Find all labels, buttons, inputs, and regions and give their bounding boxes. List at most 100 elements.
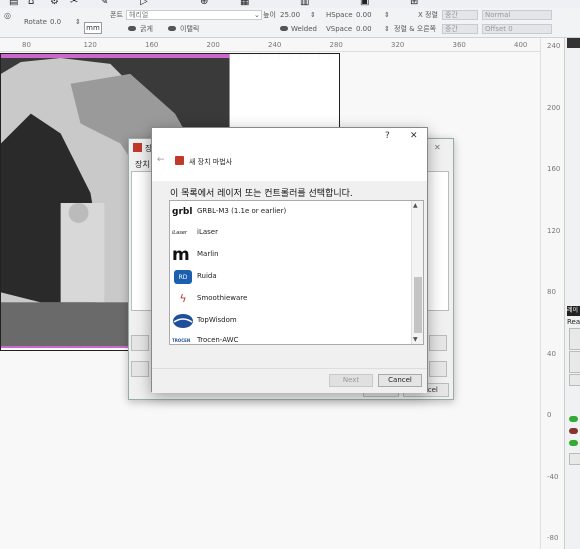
ruler-tick-label: 240 (547, 42, 561, 50)
device-item-grbl[interactable]: grbl GRBL-M3 (1.1e or earlier) (172, 202, 410, 222)
right-panel: 레이 Rea (564, 38, 580, 549)
wizard-header: ← 새 장치 마법사 (152, 148, 427, 181)
main-toolbar: ▤ ⌂ ⚙ ✂ ✎ ▷ ⊕ ▦ ▥ ▣ ⊞ ⌜ ⌝ (0, 0, 580, 8)
scroll-down-icon[interactable]: ▼ (413, 336, 418, 343)
lightburn-logo-icon (175, 156, 184, 165)
grid-icon[interactable]: ▦ (240, 0, 249, 7)
fullscreen-icon[interactable]: ⌝ (520, 0, 525, 7)
ruida-logo-icon: RD (172, 269, 194, 285)
scrollbar-thumb[interactable] (414, 277, 422, 333)
ruler-tick-label: 360 (452, 41, 466, 49)
ruler-tick-label: 120 (83, 41, 97, 49)
rotate-stepper-icon[interactable]: ⇕ (75, 17, 81, 27)
save-icon[interactable]: ▤ (9, 0, 18, 7)
panel-button[interactable] (569, 351, 580, 373)
device-item-label: Smoothieware (197, 294, 248, 302)
horizontal-ruler: 80 120 160 200 240 280 320 360 400 (0, 38, 560, 52)
italic-toggle-icon[interactable] (168, 26, 176, 31)
font-select[interactable]: 헤리얼 (126, 10, 262, 20)
vspace-stepper-icon[interactable]: ⇕ (384, 24, 390, 34)
bold-label: 굵게 (140, 25, 153, 33)
panel-button[interactable] (569, 453, 580, 465)
help-button[interactable]: ? (385, 131, 390, 141)
device-action-button[interactable] (131, 361, 149, 377)
wizard-title: 새 장치 마법사 (189, 158, 233, 166)
device-item-trocen[interactable]: TROCEN Trocen-AWC (172, 331, 410, 344)
rotate-label: Rotate (24, 18, 47, 26)
rotate-value[interactable]: 0.0 (50, 17, 61, 27)
offset-select[interactable]: Offset 0 (482, 24, 552, 34)
device-dialog-tab[interactable]: 장치 (135, 159, 150, 170)
device-item-marlin[interactable]: m Marlin (172, 245, 410, 265)
device-action-button[interactable] (131, 335, 149, 351)
laser-tab[interactable]: 레이 (567, 306, 580, 316)
ruler-tick-label: 280 (329, 41, 343, 49)
device-item-smoothieware[interactable]: ϟ Smoothieware (172, 289, 410, 309)
ruler-tick-label: -40 (547, 472, 559, 481)
device-item-ruida[interactable]: RD Ruida (172, 267, 410, 287)
hspace-value[interactable]: 0.00 (356, 10, 372, 20)
font-dropdown-icon[interactable]: ⌄ (254, 10, 260, 20)
target-icon[interactable]: ⊕ (200, 0, 208, 7)
welded-toggle-icon[interactable] (280, 26, 288, 31)
new-device-wizard: ? ✕ ← 새 장치 마법사 이 목록에서 레이저 또는 컨트롤러를 선택합니다… (151, 127, 428, 393)
device-dialog-close[interactable]: ✕ (434, 143, 441, 152)
height-stepper-icon[interactable]: ⇕ (310, 10, 316, 20)
welded-label: Welded (291, 25, 317, 33)
cancel-button[interactable]: Cancel (378, 374, 422, 387)
ilaser-logo-icon: iLaser (172, 230, 187, 236)
scroll-up-icon[interactable]: ▲ (413, 202, 418, 209)
play-icon[interactable]: ▷ (140, 0, 148, 7)
device-item-label: iLaser (197, 228, 218, 236)
bold-toggle-icon[interactable] (128, 26, 136, 31)
layer-toggle-icon[interactable] (569, 416, 578, 422)
text-options-bar: ◎ Rotate 0.0 ⇕ mm 폰트 헤리얼 ⌄ 높이 25.00 ⇕ HS… (0, 8, 580, 38)
laser-panel-label: Rea (567, 318, 580, 326)
align-x-label: X 정렬 (418, 11, 438, 19)
height-value[interactable]: 25.00 (280, 10, 300, 20)
topwisdom-logo-icon (172, 313, 194, 329)
ruler-tick-label: 240 (268, 41, 282, 49)
style-select[interactable]: Normal (482, 10, 552, 20)
align-y-select[interactable]: 중간 (442, 24, 478, 34)
align-icon[interactable]: ⊞ (410, 0, 418, 7)
rotate-icon: ◎ (4, 11, 11, 20)
trocen-logo-icon: TROCEN (172, 338, 191, 343)
pen-icon[interactable]: ✎ (100, 0, 108, 7)
group-icon[interactable]: ▣ (360, 0, 369, 7)
layer-toggle-icon[interactable] (569, 440, 578, 446)
device-item-label: Trocen-AWC (197, 336, 239, 344)
device-action-button[interactable] (429, 335, 447, 351)
panel-button[interactable] (569, 328, 580, 350)
unit-toggle[interactable]: mm (84, 22, 102, 34)
vspace-value[interactable]: 0.00 (356, 24, 372, 34)
device-item-label: GRBL-M3 (1.1e or earlier) (197, 207, 287, 215)
ruler-tick-label: -80 (547, 534, 559, 542)
device-item-topwisdom[interactable]: TopWisdom (172, 311, 410, 331)
device-list-scrollbar[interactable]: ▲ ▼ (411, 201, 423, 344)
device-action-button[interactable] (429, 361, 447, 377)
hspace-stepper-icon[interactable]: ⇕ (384, 10, 390, 20)
back-arrow-icon[interactable]: ← (157, 155, 165, 165)
right-panel-tab[interactable] (567, 38, 580, 48)
grbl-logo-icon: grbl (172, 207, 193, 217)
ruler-tick-label: 40 (547, 349, 556, 358)
tools-icon[interactable]: ✂ (70, 0, 78, 7)
open-icon[interactable]: ⌂ (28, 0, 34, 7)
gear-icon[interactable]: ⚙ (50, 0, 59, 7)
ruler-tick-label: 160 (145, 41, 159, 49)
height-label: 높이 (263, 11, 276, 19)
hspace-label: HSpace (326, 11, 353, 19)
align-x-select[interactable]: 중간 (442, 10, 478, 20)
panel-button[interactable] (569, 374, 580, 386)
ruler-tick-label: 320 (391, 41, 405, 49)
next-button[interactable]: Next (329, 374, 373, 387)
layer-toggle-icon[interactable] (569, 428, 578, 434)
close-button[interactable]: ✕ (410, 131, 418, 141)
device-item-ilaser[interactable]: iLaser iLaser (172, 223, 410, 243)
layers-icon[interactable]: ▥ (300, 0, 309, 7)
ruler-tick-label: 200 (206, 41, 220, 49)
expand-icon[interactable]: ⌜ (500, 0, 505, 7)
device-list[interactable]: grbl GRBL-M3 (1.1e or earlier) iLaser iL… (169, 200, 424, 345)
ruler-tick-label: 400 (514, 41, 528, 49)
